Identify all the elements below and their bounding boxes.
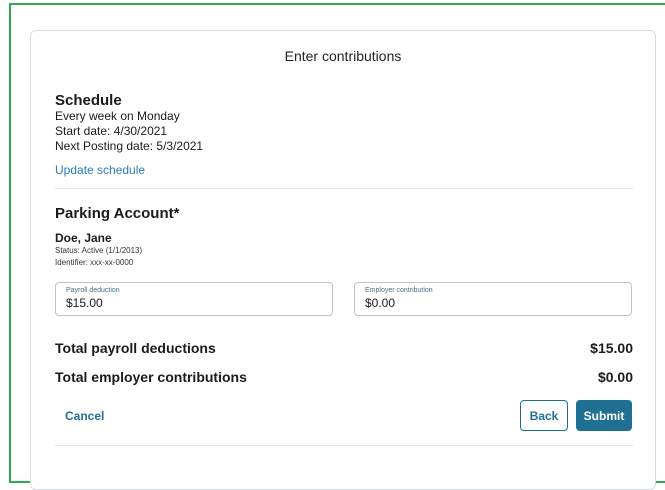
employer-contribution-field[interactable]: Employer contribution $0.00	[354, 282, 632, 316]
schedule-start-date: Start date: 4/30/2021	[55, 124, 168, 138]
total-employer-row: Total employer contributions $0.00	[55, 369, 633, 385]
section-divider	[55, 188, 633, 189]
account-section: Parking Account* Doe, Jane Status: Activ…	[55, 205, 633, 269]
total-payroll-label: Total payroll deductions	[55, 340, 216, 356]
footer-divider	[55, 445, 633, 446]
update-schedule-link[interactable]: Update schedule	[55, 163, 145, 177]
total-employer-label: Total employer contributions	[55, 369, 247, 385]
cancel-button[interactable]: Cancel	[65, 409, 104, 423]
card-title: Enter contributions	[284, 48, 402, 64]
contributions-card: Enter contributions Schedule Every week …	[30, 30, 656, 490]
total-payroll-row: Total payroll deductions $15.00	[55, 340, 633, 356]
account-status: Status: Active (1/1/2013)	[55, 246, 143, 255]
back-button[interactable]: Back	[520, 400, 568, 431]
schedule-section: Schedule Every week on Monday Start date…	[55, 92, 633, 179]
payroll-deduction-field[interactable]: Payroll deduction $15.00	[55, 282, 333, 316]
schedule-heading: Schedule	[55, 92, 122, 109]
schedule-next-posting: Next Posting date: 5/3/2021	[55, 139, 204, 153]
total-employer-amount: $0.00	[597, 369, 633, 385]
payroll-deduction-value[interactable]: $15.00	[66, 295, 322, 311]
employer-contribution-value[interactable]: $0.00	[365, 295, 621, 311]
submit-button[interactable]: Submit	[576, 400, 632, 431]
employer-contribution-label: Employer contribution	[365, 287, 433, 294]
person-name: Doe, Jane	[55, 231, 112, 245]
account-identifier: Identifier: xxx-xx-0000	[55, 258, 134, 267]
schedule-frequency: Every week on Monday	[55, 109, 180, 123]
total-payroll-amount: $15.00	[590, 340, 633, 356]
account-heading: Parking Account*	[55, 205, 180, 222]
payroll-deduction-label: Payroll deduction	[66, 287, 120, 294]
